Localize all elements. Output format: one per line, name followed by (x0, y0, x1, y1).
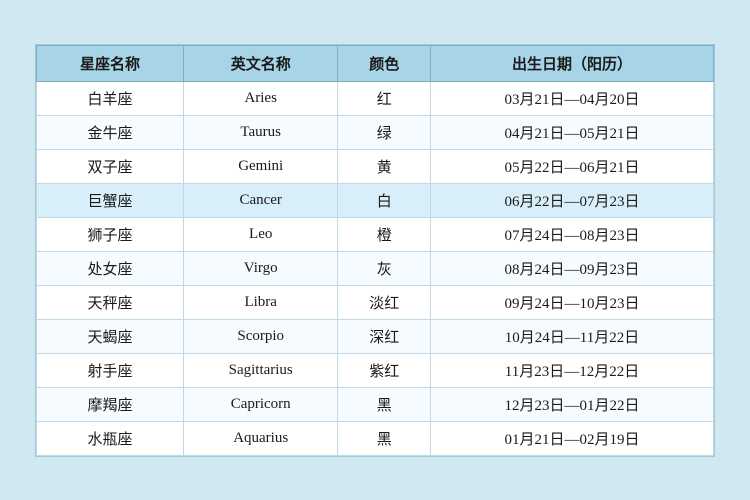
cell-color: 深红 (338, 319, 431, 353)
cell-chinese-name: 处女座 (37, 251, 184, 285)
cell-dates: 11月23日—12月22日 (430, 353, 713, 387)
cell-english-name: Virgo (183, 251, 337, 285)
cell-chinese-name: 天秤座 (37, 285, 184, 319)
cell-chinese-name: 双子座 (37, 149, 184, 183)
cell-color: 黄 (338, 149, 431, 183)
cell-english-name: Scorpio (183, 319, 337, 353)
cell-dates: 09月24日—10月23日 (430, 285, 713, 319)
header-color: 颜色 (338, 45, 431, 81)
cell-english-name: Gemini (183, 149, 337, 183)
table-row: 天蝎座Scorpio深红10月24日—11月22日 (37, 319, 714, 353)
cell-english-name: Aquarius (183, 421, 337, 455)
zodiac-table-container: 星座名称 英文名称 颜色 出生日期（阳历） 白羊座Aries红03月21日—04… (35, 44, 715, 457)
cell-dates: 01月21日—02月19日 (430, 421, 713, 455)
header-english-name: 英文名称 (183, 45, 337, 81)
table-body: 白羊座Aries红03月21日—04月20日金牛座Taurus绿04月21日—0… (37, 81, 714, 455)
table-row: 天秤座Libra淡红09月24日—10月23日 (37, 285, 714, 319)
cell-chinese-name: 白羊座 (37, 81, 184, 115)
cell-color: 绿 (338, 115, 431, 149)
cell-dates: 06月22日—07月23日 (430, 183, 713, 217)
cell-english-name: Sagittarius (183, 353, 337, 387)
cell-dates: 07月24日—08月23日 (430, 217, 713, 251)
cell-color: 红 (338, 81, 431, 115)
table-row: 狮子座Leo橙07月24日—08月23日 (37, 217, 714, 251)
cell-dates: 10月24日—11月22日 (430, 319, 713, 353)
table-row: 处女座Virgo灰08月24日—09月23日 (37, 251, 714, 285)
cell-color: 白 (338, 183, 431, 217)
cell-color: 灰 (338, 251, 431, 285)
zodiac-table: 星座名称 英文名称 颜色 出生日期（阳历） 白羊座Aries红03月21日—04… (36, 45, 714, 456)
cell-color: 淡红 (338, 285, 431, 319)
cell-chinese-name: 射手座 (37, 353, 184, 387)
header-chinese-name: 星座名称 (37, 45, 184, 81)
cell-english-name: Libra (183, 285, 337, 319)
table-row: 双子座Gemini黄05月22日—06月21日 (37, 149, 714, 183)
table-row: 射手座Sagittarius紫红11月23日—12月22日 (37, 353, 714, 387)
cell-english-name: Leo (183, 217, 337, 251)
cell-chinese-name: 水瓶座 (37, 421, 184, 455)
table-header-row: 星座名称 英文名称 颜色 出生日期（阳历） (37, 45, 714, 81)
cell-color: 紫红 (338, 353, 431, 387)
cell-dates: 03月21日—04月20日 (430, 81, 713, 115)
cell-dates: 08月24日—09月23日 (430, 251, 713, 285)
table-row: 白羊座Aries红03月21日—04月20日 (37, 81, 714, 115)
cell-english-name: Capricorn (183, 387, 337, 421)
cell-chinese-name: 摩羯座 (37, 387, 184, 421)
cell-dates: 04月21日—05月21日 (430, 115, 713, 149)
cell-chinese-name: 狮子座 (37, 217, 184, 251)
cell-chinese-name: 金牛座 (37, 115, 184, 149)
cell-english-name: Aries (183, 81, 337, 115)
cell-color: 黑 (338, 387, 431, 421)
cell-dates: 12月23日—01月22日 (430, 387, 713, 421)
cell-color: 橙 (338, 217, 431, 251)
table-row: 金牛座Taurus绿04月21日—05月21日 (37, 115, 714, 149)
header-dates: 出生日期（阳历） (430, 45, 713, 81)
cell-chinese-name: 巨蟹座 (37, 183, 184, 217)
cell-english-name: Cancer (183, 183, 337, 217)
cell-english-name: Taurus (183, 115, 337, 149)
table-row: 巨蟹座Cancer白06月22日—07月23日 (37, 183, 714, 217)
table-row: 水瓶座Aquarius黑01月21日—02月19日 (37, 421, 714, 455)
cell-chinese-name: 天蝎座 (37, 319, 184, 353)
cell-dates: 05月22日—06月21日 (430, 149, 713, 183)
table-row: 摩羯座Capricorn黑12月23日—01月22日 (37, 387, 714, 421)
cell-color: 黑 (338, 421, 431, 455)
